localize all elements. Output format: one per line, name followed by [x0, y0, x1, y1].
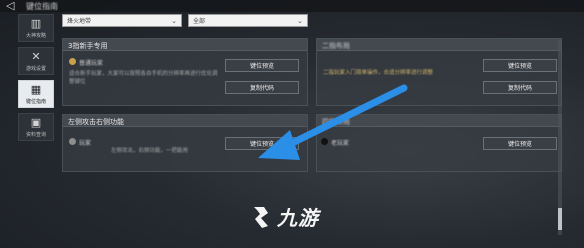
watermark-text: 九游 [277, 206, 319, 230]
sidebar-item-keymap[interactable]: ▦ 键位指南 [18, 80, 54, 108]
card-description: 适合新手玩家，大家可以按照各自手机的分辨率再进行优化调整键位 [69, 71, 218, 85]
preview-layout-button[interactable]: 键位预览 [483, 59, 557, 72]
card-title: 二指布局 [322, 42, 350, 50]
sidebar-item-guides[interactable]: ▥ 大神攻略 [18, 14, 54, 42]
mode-select[interactable]: 烽火地带 ⌄ [62, 14, 182, 27]
category-select-value: 全部 [193, 18, 206, 25]
card-header: 左侧攻击右侧功能 [63, 115, 307, 127]
preview-layout-button[interactable]: 键位预览 [225, 137, 299, 150]
tools-icon: ✕ [31, 49, 41, 63]
category-select[interactable]: 全部 ⌄ [188, 14, 308, 27]
copy-code-button[interactable]: 复制代码 [225, 81, 299, 94]
sidebar-item-database[interactable]: ▣ 资料查询 [18, 113, 54, 141]
sidebar: ▥ 大神攻略 ✕ 游戏设置 ▦ 键位指南 ▣ 资料查询 [18, 14, 54, 144]
book-icon: ▥ [30, 16, 42, 30]
avatar [69, 58, 76, 65]
layout-card: 二指布局 二指玩家入门简单操作，合适分辨率进行调整 键位预览 复制代码 [316, 38, 562, 106]
keyboard-icon: ▦ [30, 82, 42, 96]
sidebar-item-settings[interactable]: ✕ 游戏设置 [18, 47, 54, 75]
sidebar-item-label: 游戏设置 [25, 65, 46, 72]
card-title: 四指布局 [322, 118, 350, 126]
sidebar-item-label: 键位指南 [25, 98, 46, 105]
mode-select-value: 烽火地带 [67, 18, 92, 25]
chevron-down-icon: ⌄ [171, 16, 177, 25]
sidebar-item-label: 资料查询 [25, 131, 46, 138]
scrollbar[interactable] [558, 40, 562, 235]
preview-layout-button[interactable]: 键位预览 [225, 59, 299, 72]
chevron-down-icon: ⌄ [297, 16, 303, 25]
sidebar-item-label: 大神攻略 [25, 32, 46, 39]
card-header: 3指新手专用 [63, 39, 307, 51]
preview-layout-button[interactable]: 键位预览 [483, 137, 557, 150]
card-title: 左侧攻击右侧功能 [68, 118, 124, 126]
avatar [69, 138, 76, 145]
back-icon[interactable]: ◁ [6, 0, 14, 11]
layout-card: 四指布局 老玩家 键位预览 [316, 114, 562, 172]
layout-card: 3指新手专用 普通玩家 适合新手玩家，大家可以按照各自手机的分辨率再进行优化调整… [62, 38, 308, 106]
card-author: 玩家 [79, 140, 92, 147]
card-author: 老玩家 [331, 140, 350, 147]
card-title: 3指新手专用 [68, 42, 108, 50]
jiuyou-logo-icon [254, 206, 268, 228]
photo-icon: ▣ [30, 115, 42, 129]
top-bar: ◁ 键位指南 [0, 0, 584, 12]
avatar [321, 138, 328, 145]
copy-code-button[interactable]: 复制代码 [483, 81, 557, 94]
watermark-logo: 九游 [248, 202, 319, 231]
layout-card: 左侧攻击右侧功能 玩家 左侧攻击，右侧功能，一把能用 键位预览 [62, 114, 308, 172]
page-title: 键位指南 [26, 2, 58, 11]
card-header: 四指布局 [317, 115, 561, 127]
card-author: 普通玩家 [79, 60, 104, 67]
card-header: 二指布局 [317, 39, 561, 51]
card-description: 左侧攻击，右侧功能，一把能用 [111, 148, 189, 154]
scrollbar-thumb[interactable] [558, 208, 562, 230]
card-description: 二指玩家入门简单操作，合适分辨率进行调整 [323, 70, 434, 76]
